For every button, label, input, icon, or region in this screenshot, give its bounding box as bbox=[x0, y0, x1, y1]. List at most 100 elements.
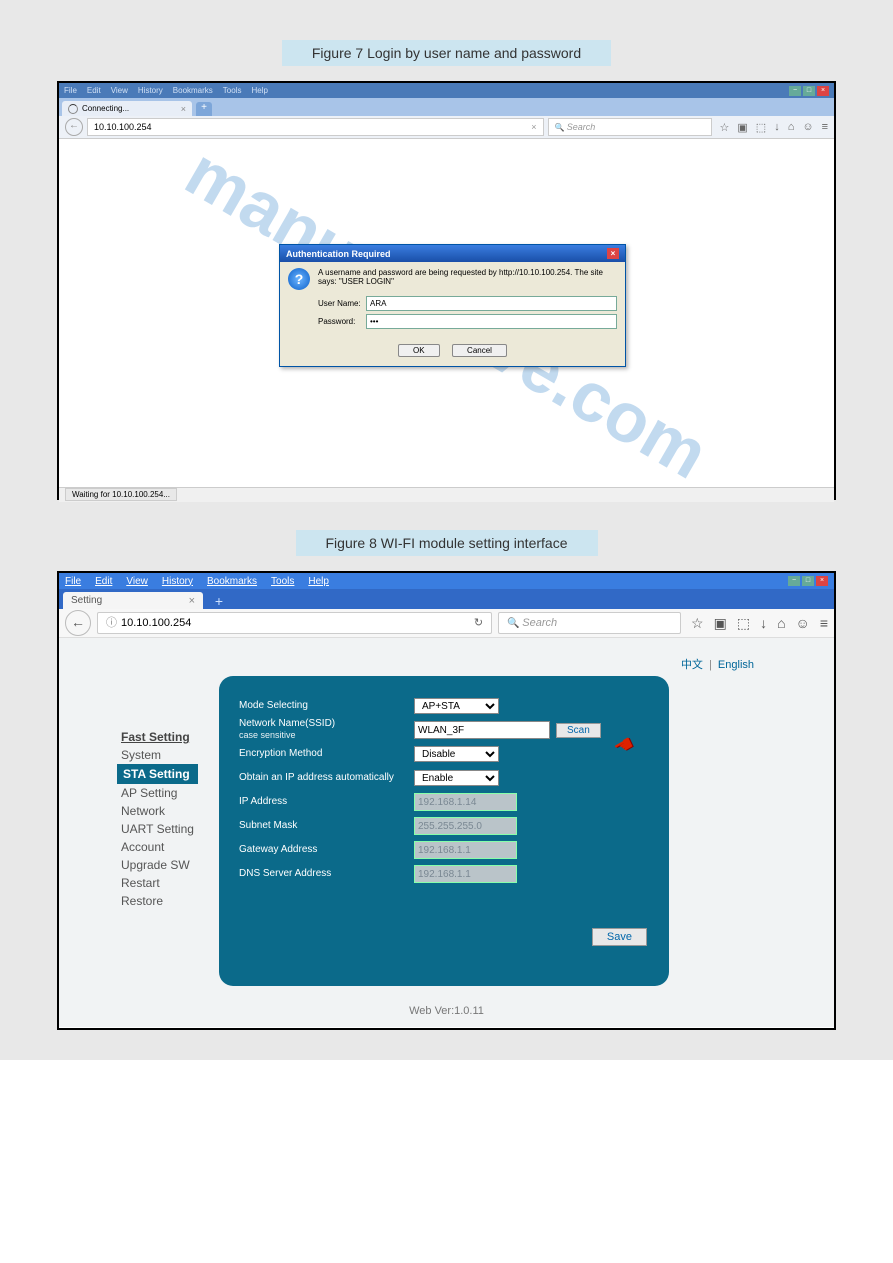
figure2-caption: Figure 8 WI-FI module setting interface bbox=[0, 530, 893, 556]
bookmark-star-icon[interactable]: ☆ bbox=[691, 615, 704, 632]
side-navigation: Fast Setting System STA Setting AP Setti… bbox=[117, 728, 198, 910]
lang-english-link[interactable]: English bbox=[718, 659, 754, 671]
screenshot-2: File Edit View History Bookmarks Tools H… bbox=[57, 571, 836, 1030]
new-tab-button[interactable]: + bbox=[196, 102, 212, 116]
stop-loading-icon[interactable]: × bbox=[531, 119, 536, 135]
nav-item-network[interactable]: Network bbox=[117, 802, 198, 820]
reload-icon[interactable]: ↻ bbox=[474, 613, 483, 633]
save-button[interactable]: Save bbox=[592, 928, 647, 946]
window-close-icon[interactable]: × bbox=[817, 86, 829, 96]
home-icon[interactable]: ⌂ bbox=[777, 615, 785, 632]
dhcp-select[interactable]: Enable bbox=[414, 770, 499, 786]
browser-tabbar: Setting × + bbox=[59, 589, 834, 609]
library-icon[interactable]: ▣ bbox=[737, 121, 747, 134]
ip-input bbox=[414, 793, 517, 811]
search-input[interactable]: Search bbox=[498, 612, 681, 634]
password-label: Password: bbox=[318, 317, 366, 326]
dialog-close-icon[interactable]: × bbox=[607, 248, 619, 259]
site-info-icon[interactable]: ⓘ bbox=[106, 613, 117, 633]
figure1-caption: Figure 7 Login by user name and password bbox=[0, 40, 893, 66]
encryption-label: Encryption Method bbox=[239, 748, 414, 760]
browser-statusbar: Waiting for 10.10.100.254... bbox=[59, 487, 834, 502]
hamburger-menu-icon[interactable]: ≡ bbox=[822, 121, 828, 134]
language-links: 中文 | English bbox=[681, 656, 754, 672]
menu-view[interactable]: View bbox=[111, 86, 128, 95]
pocket-icon[interactable]: ⬚ bbox=[756, 121, 766, 134]
nav-item-restore[interactable]: Restore bbox=[117, 892, 198, 910]
nav-item-restart[interactable]: Restart bbox=[117, 874, 198, 892]
mask-input bbox=[414, 817, 517, 835]
nav-item-system[interactable]: System bbox=[117, 746, 198, 764]
menu-edit[interactable]: Edit bbox=[95, 576, 112, 587]
downloads-icon[interactable]: ↓ bbox=[774, 121, 780, 134]
username-label: User Name: bbox=[318, 299, 366, 308]
cancel-button[interactable]: Cancel bbox=[452, 344, 507, 357]
mode-label: Mode Selecting bbox=[239, 700, 414, 712]
nav-item-uart-setting[interactable]: UART Setting bbox=[117, 820, 198, 838]
page-footer: Web Ver:1.0.11 bbox=[59, 1005, 834, 1017]
scan-button[interactable]: Scan bbox=[556, 723, 601, 738]
menu-bookmarks[interactable]: Bookmarks bbox=[207, 576, 257, 587]
mode-select[interactable]: AP+STA bbox=[414, 698, 499, 714]
ip-label: IP Address bbox=[239, 796, 414, 808]
tab-title: Connecting... bbox=[82, 104, 129, 113]
loading-spinner-icon bbox=[68, 104, 78, 114]
back-button[interactable]: ← bbox=[65, 118, 83, 136]
menu-help[interactable]: Help bbox=[308, 576, 329, 587]
tab-close-icon[interactable]: × bbox=[189, 595, 195, 607]
ssid-input[interactable] bbox=[414, 721, 550, 739]
nav-item-sta-setting[interactable]: STA Setting bbox=[117, 764, 198, 784]
pocket-icon[interactable]: ⬚ bbox=[737, 615, 750, 632]
menu-tools[interactable]: Tools bbox=[223, 86, 242, 95]
menu-tools[interactable]: Tools bbox=[271, 576, 294, 587]
window-close-icon[interactable]: × bbox=[816, 576, 828, 586]
gateway-label: Gateway Address bbox=[239, 844, 414, 856]
downloads-icon[interactable]: ↓ bbox=[760, 615, 767, 632]
nav-heading[interactable]: Fast Setting bbox=[117, 728, 198, 746]
browser-menubar: File Edit View History Bookmarks Tools H… bbox=[59, 573, 834, 589]
window-minimize-icon[interactable]: − bbox=[788, 576, 800, 586]
browser-addressbar: ← ⓘ 10.10.100.254 ↻ Search ☆ ▣ ⬚ ↓ ⌂ ☺ ≡ bbox=[59, 609, 834, 638]
search-input[interactable]: Search bbox=[548, 118, 712, 136]
browser-viewport: 中文 | English Fast Setting System STA Set… bbox=[59, 638, 834, 1027]
nav-item-upgrade-sw[interactable]: Upgrade SW bbox=[117, 856, 198, 874]
username-input[interactable] bbox=[366, 296, 617, 311]
dialog-message: A username and password are being reques… bbox=[318, 268, 617, 290]
bookmark-star-icon[interactable]: ☆ bbox=[720, 121, 730, 134]
screenshot-1: File Edit View History Bookmarks Tools H… bbox=[57, 81, 836, 500]
browser-tabbar: Connecting... × + bbox=[59, 98, 834, 116]
lang-chinese-link[interactable]: 中文 bbox=[681, 659, 703, 671]
url-input[interactable]: 10.10.100.254 × bbox=[87, 118, 544, 136]
window-maximize-icon[interactable]: □ bbox=[803, 86, 815, 96]
window-minimize-icon[interactable]: − bbox=[789, 86, 801, 96]
account-icon[interactable]: ☺ bbox=[802, 121, 813, 134]
menu-edit[interactable]: Edit bbox=[87, 86, 101, 95]
url-input[interactable]: ⓘ 10.10.100.254 ↻ bbox=[97, 612, 492, 634]
dns-label: DNS Server Address bbox=[239, 868, 414, 880]
nav-item-ap-setting[interactable]: AP Setting bbox=[117, 784, 198, 802]
home-icon[interactable]: ⌂ bbox=[788, 121, 795, 134]
menu-history[interactable]: History bbox=[162, 576, 193, 587]
new-tab-button[interactable]: + bbox=[209, 593, 229, 609]
tab-close-icon[interactable]: × bbox=[181, 104, 186, 114]
dns-input bbox=[414, 865, 517, 883]
menu-file[interactable]: File bbox=[64, 86, 77, 95]
dhcp-label: Obtain an IP address automatically bbox=[239, 772, 414, 784]
password-input[interactable] bbox=[366, 314, 617, 329]
menu-view[interactable]: View bbox=[126, 576, 148, 587]
menu-history[interactable]: History bbox=[138, 86, 163, 95]
account-icon[interactable]: ☺ bbox=[796, 615, 810, 632]
browser-viewport: manualshive.com Authentication Required … bbox=[59, 139, 834, 487]
library-icon[interactable]: ▣ bbox=[714, 615, 727, 632]
menu-bookmarks[interactable]: Bookmarks bbox=[173, 86, 213, 95]
encryption-select[interactable]: Disable bbox=[414, 746, 499, 762]
menu-help[interactable]: Help bbox=[251, 86, 267, 95]
back-button[interactable]: ← bbox=[65, 610, 91, 636]
browser-tab[interactable]: Setting × bbox=[63, 592, 203, 609]
browser-tab[interactable]: Connecting... × bbox=[62, 101, 192, 116]
hamburger-menu-icon[interactable]: ≡ bbox=[820, 615, 828, 632]
window-maximize-icon[interactable]: □ bbox=[802, 576, 814, 586]
ok-button[interactable]: OK bbox=[398, 344, 440, 357]
nav-item-account[interactable]: Account bbox=[117, 838, 198, 856]
menu-file[interactable]: File bbox=[65, 576, 81, 587]
